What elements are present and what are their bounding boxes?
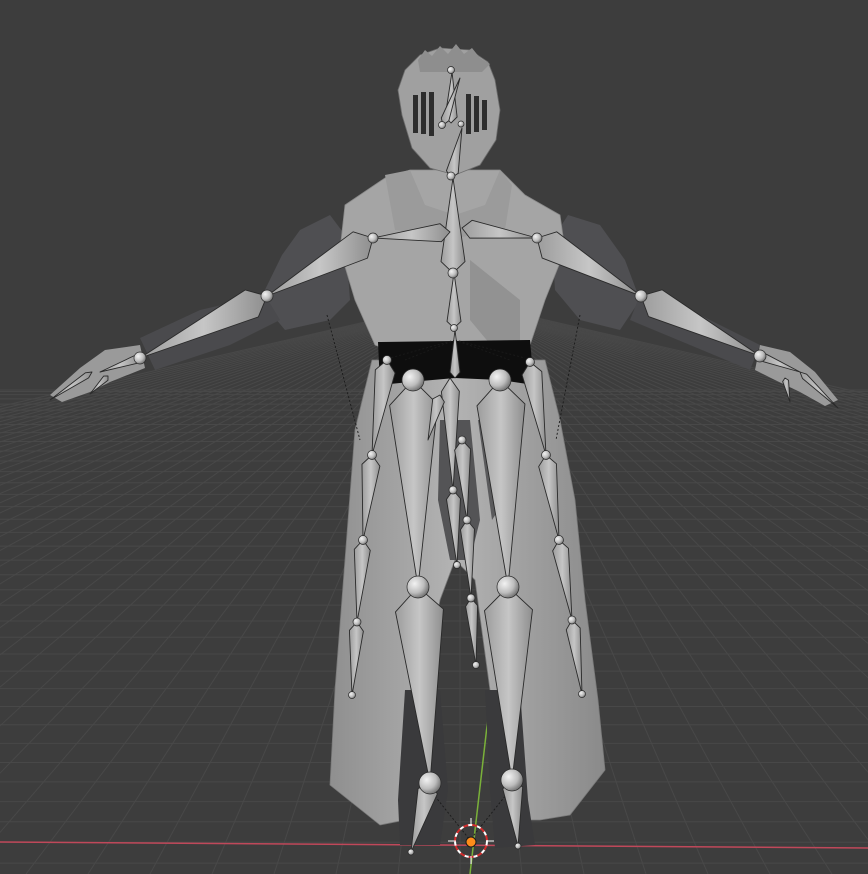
joint-elbow-left[interactable] <box>260 289 274 303</box>
joint-head[interactable] <box>438 121 446 129</box>
joint-toe-left[interactable] <box>407 848 415 856</box>
joint-skirt-c2[interactable] <box>453 561 461 569</box>
joint-skirt-b1[interactable] <box>457 435 467 445</box>
joint-wrist-right[interactable] <box>753 349 767 363</box>
knight-mesh[interactable] <box>50 44 838 848</box>
joint-chest[interactable] <box>447 267 459 279</box>
joint-skirt-r4[interactable] <box>567 615 577 625</box>
joint-skirt-l3[interactable] <box>358 535 368 545</box>
joint-skirt-r2[interactable] <box>541 450 551 460</box>
origin-dot <box>465 836 477 848</box>
joint-hip-left[interactable] <box>401 368 425 392</box>
joint-toe-right[interactable] <box>514 842 522 850</box>
joint-head-top[interactable] <box>447 66 455 74</box>
joint-skirt-l5[interactable] <box>348 691 356 699</box>
joint-elbow-right[interactable] <box>634 289 648 303</box>
joint-skirt-l1[interactable] <box>382 355 392 365</box>
joint-ankle-right[interactable] <box>500 768 524 792</box>
joint-shoulder-left[interactable] <box>367 232 379 244</box>
joint-knee-right[interactable] <box>496 575 520 599</box>
joint-skirt-b2[interactable] <box>462 515 472 525</box>
joint-skirt-r3[interactable] <box>554 535 564 545</box>
joint-skirt-r5[interactable] <box>578 690 586 698</box>
joint-skirt-c1[interactable] <box>448 485 458 495</box>
joint-shoulder-right[interactable] <box>531 232 543 244</box>
joint-spine[interactable] <box>450 324 458 332</box>
joint-neck[interactable] <box>446 171 456 181</box>
joint-skirt-l4[interactable] <box>352 617 362 627</box>
joint-skirt-b4[interactable] <box>472 661 480 669</box>
joint-ankle-left[interactable] <box>418 771 442 795</box>
3d-viewport[interactable] <box>0 0 868 874</box>
joint-skirt-l2[interactable] <box>367 450 377 460</box>
joint-hip-right[interactable] <box>488 368 512 392</box>
joint-skirt-r1[interactable] <box>525 357 535 367</box>
joint-wrist-left[interactable] <box>133 351 147 365</box>
joint-skirt-b3[interactable] <box>466 593 476 603</box>
joint-knee-left[interactable] <box>406 575 430 599</box>
joint-head-2[interactable] <box>457 120 465 128</box>
bone-skirt-back-3[interactable] <box>465 597 479 666</box>
